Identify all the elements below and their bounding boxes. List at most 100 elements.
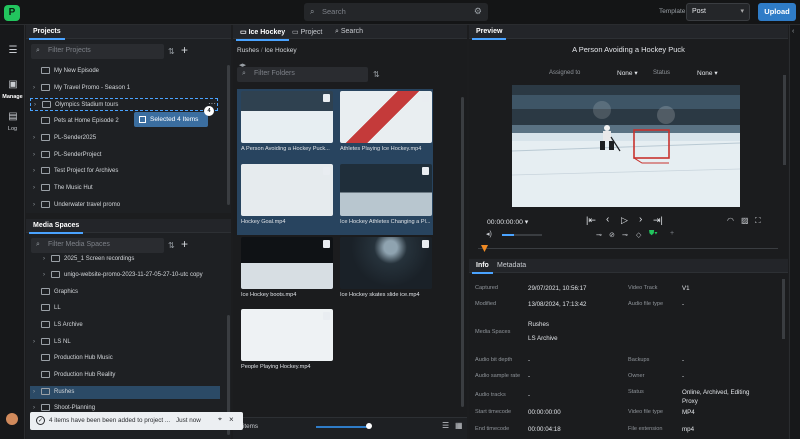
tab-media-spaces[interactable]: Media Spaces (29, 219, 84, 234)
chevron-right-icon[interactable]: › (43, 256, 45, 262)
grid-view-icon[interactable]: ▦ (455, 421, 463, 430)
chevron-right-icon[interactable]: › (33, 85, 35, 91)
asset-thumbnail[interactable] (241, 164, 333, 216)
chevron-right-icon[interactable]: › (33, 389, 35, 395)
media-space-row[interactable]: › 2025_1 Screen recordings (40, 253, 220, 266)
preview-scrollbar[interactable] (783, 75, 786, 165)
asset-caption[interactable]: People Playing Hockey.mp4 (241, 364, 333, 370)
step-forward-icon[interactable]: › (639, 214, 642, 225)
chevron-right-icon[interactable]: › (33, 185, 35, 191)
tab-project[interactable]: ▭ Project (288, 25, 326, 39)
media-space-row[interactable]: Production Hub Music (30, 352, 220, 365)
media-space-row[interactable]: › Rushes (30, 386, 220, 399)
add-project-icon[interactable]: + (181, 43, 188, 57)
mark-in-icon[interactable]: ⊸ (596, 231, 602, 239)
chevron-right-icon[interactable]: › (34, 102, 36, 108)
asset-caption[interactable]: A Person Avoiding a Hockey Puck... (241, 146, 333, 152)
play-icon[interactable]: ▷ (621, 215, 628, 226)
tab-ice-hockey[interactable]: ▭ Ice Hockey (236, 25, 290, 41)
asset-thumbnail[interactable] (340, 91, 432, 143)
asset-caption[interactable]: Hockey Goal.mp4 (241, 219, 333, 225)
user-avatar[interactable] (6, 413, 18, 425)
go-to-end-icon[interactable]: ⇥| (653, 215, 663, 226)
asset-thumbnail[interactable] (241, 91, 333, 143)
image-icon[interactable]: ▨ (741, 216, 749, 225)
project-row[interactable]: › The Music Hut (30, 182, 220, 195)
mark-out-icon[interactable]: ⊸ (622, 231, 628, 239)
chevron-right-icon[interactable]: › (33, 405, 35, 411)
project-row[interactable]: › PL-SenderProject (30, 149, 220, 162)
projects-scrollbar[interactable] (227, 65, 230, 205)
manage-icon[interactable]: ▣ (7, 79, 19, 91)
asset-thumbnail[interactable] (241, 237, 333, 289)
project-row[interactable]: › Test Project for Archives (30, 165, 220, 178)
media-space-row[interactable]: › unigo-website-promo-2023-11-27-05-27-10… (40, 269, 220, 282)
zoom-slider-handle[interactable] (366, 423, 372, 429)
chevron-right-icon[interactable]: › (43, 272, 45, 278)
marker-icon[interactable]: ◇ (636, 231, 641, 239)
more-options-icon[interactable]: ··· (208, 99, 216, 108)
tab-info[interactable]: Info (472, 259, 493, 274)
project-row[interactable]: › Olympics Stadium tours (30, 98, 218, 111)
breadcrumb-rushes[interactable]: Rushes (237, 47, 259, 54)
tab-projects[interactable]: Projects (29, 25, 65, 40)
list-view-icon[interactable]: ☰ (442, 421, 449, 430)
sort-icon[interactable]: ⇅ (168, 241, 175, 250)
timecode-select[interactable]: 00:00:00:00 ▾ (487, 218, 528, 226)
breadcrumb-ice-hockey[interactable]: Ice Hockey (264, 47, 296, 54)
sort-icon[interactable]: ⇅ (168, 47, 175, 56)
asset-thumbnail[interactable] (241, 309, 333, 361)
fullscreen-icon[interactable]: ⛶ (755, 216, 761, 226)
asset-caption[interactable]: Ice Hockey Athletes Changing a Pl... (340, 219, 432, 225)
filter-folders-input[interactable]: ⌕ Filter Folders (237, 67, 368, 82)
tab-preview[interactable]: Preview (472, 25, 507, 40)
log-label[interactable]: Log (0, 126, 25, 132)
manage-label[interactable]: Manage (0, 94, 25, 100)
log-icon[interactable]: ▤ (7, 111, 19, 123)
browser-scrollbar[interactable] (461, 97, 464, 407)
upload-button[interactable]: Upload (758, 3, 796, 21)
video-player[interactable] (512, 85, 740, 207)
project-row[interactable]: › PL-Sender2025 (30, 132, 220, 145)
step-back-icon[interactable]: ‹ (606, 214, 609, 225)
asset-thumbnail[interactable] (340, 164, 432, 216)
media-space-row[interactable]: LS Archive (30, 319, 220, 332)
assigned-to-select[interactable]: None ▾ (617, 69, 638, 77)
right-collapse-strip[interactable]: ‹ (789, 25, 800, 439)
media-space-row[interactable]: › LS NL (30, 336, 220, 349)
chevron-right-icon[interactable]: › (33, 339, 35, 345)
filter-projects-input[interactable]: ⌕ Filter Projects (31, 44, 164, 59)
media-space-row[interactable]: LL (30, 302, 220, 315)
template-select[interactable]: Post ▾ (686, 3, 750, 21)
hamburger-menu-icon[interactable]: ☰ (7, 45, 19, 57)
asset-caption[interactable]: Ice Hockey boots.mp4 (241, 292, 333, 298)
global-search-input[interactable]: ⌕ Search ⚙ (304, 3, 488, 21)
info-scrollbar[interactable] (782, 279, 785, 339)
pin-icon[interactable]: ⌖ (218, 416, 222, 424)
project-row[interactable]: My New Episode (30, 65, 220, 78)
chevron-right-icon[interactable]: › (33, 202, 35, 208)
status-select[interactable]: None ▾ (697, 69, 718, 77)
chevron-right-icon[interactable]: › (33, 135, 35, 141)
collapse-panel-icon[interactable]: ‹ (792, 28, 794, 35)
filter-sliders-icon[interactable]: ⚙ (474, 6, 482, 17)
add-marker-icon[interactable]: + (670, 230, 674, 237)
volume-icon[interactable]: ◂) (486, 230, 492, 238)
asset-caption[interactable]: Athletes Playing Ice Hockey.mp4 (340, 146, 432, 152)
filter-media-spaces-input[interactable]: ⌕ Filter Media Spaces (31, 238, 164, 253)
chevron-right-icon[interactable]: › (33, 152, 35, 158)
loop-icon[interactable]: ◠ (727, 216, 734, 225)
clear-marks-icon[interactable]: ⊘ (609, 231, 615, 239)
asset-caption[interactable]: Ice Hockey skates slide ice.mp4 (340, 292, 432, 298)
sort-icon[interactable]: ⇅ (373, 70, 380, 79)
go-to-start-icon[interactable]: |⇤ (586, 215, 596, 226)
media-space-row[interactable]: Production Hub Reality (30, 369, 220, 382)
add-media-space-icon[interactable]: + (181, 237, 188, 251)
zoom-slider-track[interactable] (316, 426, 371, 428)
media-space-row[interactable]: Graphics (30, 286, 220, 299)
project-row[interactable]: › Underwater travel promo (30, 199, 220, 212)
asset-thumbnail[interactable] (340, 237, 432, 289)
tab-metadata[interactable]: Metadata (493, 259, 530, 272)
approve-shield-icon[interactable]: ⛊▾ (649, 230, 658, 238)
tab-search[interactable]: ⌕ Search (331, 25, 367, 39)
